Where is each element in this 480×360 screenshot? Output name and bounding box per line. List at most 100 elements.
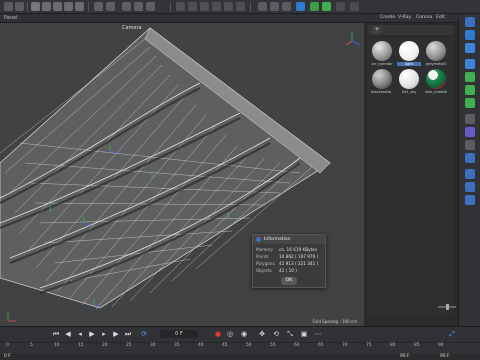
workplane-icon[interactable] <box>465 127 475 137</box>
range-end-b[interactable]: 90 F <box>440 354 450 359</box>
right-panel: Create V-Ray Corona Edit + arr_cylinder … <box>364 14 480 326</box>
tick-label: 25 <box>126 343 132 348</box>
menu-vray[interactable]: V-Ray <box>398 15 411 20</box>
axis-x-icon[interactable] <box>75 2 84 11</box>
preview-size-slider[interactable] <box>438 304 456 310</box>
object-mode-icon[interactable] <box>465 30 475 40</box>
material-menubar: Create V-Ray Corona Edit <box>364 14 458 23</box>
render-settings-icon[interactable] <box>176 2 185 11</box>
next-key-icon[interactable]: ▶ <box>112 330 120 338</box>
render-camera-icon[interactable] <box>465 182 475 192</box>
param-key-icon[interactable]: ▣ <box>300 330 308 338</box>
loop-icon[interactable]: ⟳ <box>140 330 148 338</box>
dialog-title-bar[interactable]: Information <box>253 235 325 244</box>
material-item[interactable]: blackmetal_ <box>370 68 394 94</box>
polygon-mode-icon[interactable] <box>465 85 475 95</box>
material-item[interactable]: light <box>397 40 421 66</box>
main-toolbar <box>0 0 480 14</box>
text-tool-icon[interactable] <box>465 59 475 69</box>
axis-z-icon[interactable] <box>106 2 115 11</box>
previous-frame-icon[interactable]: ◂ <box>76 330 84 338</box>
spline-pen-icon[interactable] <box>200 2 209 11</box>
toolbar-divider <box>250 2 251 12</box>
floor-icon[interactable] <box>258 2 267 11</box>
frame-range-bar[interactable]: 0 F 90 F 90 F <box>0 354 480 360</box>
light-icon[interactable] <box>296 2 305 11</box>
material-item[interactable]: greymetal3 <box>424 40 448 66</box>
globe-icon[interactable] <box>465 169 475 179</box>
array-icon[interactable] <box>224 2 233 11</box>
move-icon[interactable] <box>42 2 51 11</box>
material-item[interactable]: side_marble <box>424 68 448 94</box>
toolbar-divider <box>170 2 171 12</box>
add-material-icon[interactable]: + <box>372 26 382 34</box>
position-key-icon[interactable]: ✥ <box>258 330 266 338</box>
point-mode-icon[interactable] <box>465 43 475 53</box>
material-preview <box>372 69 392 89</box>
rotation-key-icon[interactable]: ⟲ <box>272 330 280 338</box>
frame-ruler[interactable]: 0 5 10 15 20 25 30 35 40 45 50 55 60 65 … <box>0 342 480 352</box>
cube-icon[interactable] <box>188 2 197 11</box>
next-frame-icon[interactable]: ▸ <box>100 330 108 338</box>
undo-icon[interactable] <box>4 2 13 11</box>
locked-workplane-icon[interactable] <box>465 140 475 150</box>
mograph-icon[interactable] <box>322 2 331 11</box>
sculpt-icon[interactable] <box>465 153 475 163</box>
record-icon[interactable]: ● <box>214 330 222 338</box>
tick-label: 55 <box>270 343 276 348</box>
menu-edit[interactable]: Edit <box>436 15 445 20</box>
axis-y-icon[interactable] <box>94 2 103 11</box>
play-icon[interactable]: ▶ <box>88 330 96 338</box>
autokey-icon[interactable]: ◎ <box>226 330 234 338</box>
tick-label: 35 <box>174 343 180 348</box>
redo-icon[interactable] <box>15 2 24 11</box>
camera-icon[interactable] <box>282 2 291 11</box>
pla-key-icon[interactable]: ⋯ <box>314 330 322 338</box>
render-view-icon[interactable] <box>146 2 155 11</box>
toolbar-divider <box>88 2 89 12</box>
scale-key-icon[interactable]: ⤡ <box>286 330 294 338</box>
material-item[interactable]: arr_cylinder <box>370 40 394 66</box>
info-key: Memory <box>256 247 274 252</box>
material-item[interactable]: Int1_sky <box>397 68 421 94</box>
camera-label[interactable]: Camera <box>122 25 142 31</box>
go-to-start-icon[interactable]: ⏮ <box>52 330 60 338</box>
material-label: Int1_sky <box>401 90 417 94</box>
timeline-icon[interactable]: ⤢ <box>448 330 456 338</box>
rotate-icon[interactable] <box>64 2 73 11</box>
sky-icon[interactable] <box>270 2 279 11</box>
scene-icon[interactable] <box>336 2 345 11</box>
ok-button[interactable]: OK <box>281 277 297 285</box>
go-to-end-icon[interactable]: ⏭ <box>124 330 132 338</box>
render-region-icon[interactable] <box>134 2 143 11</box>
cinema4d-logo-icon <box>256 237 261 242</box>
range-start[interactable]: 0 F <box>4 354 11 359</box>
settings-icon[interactable] <box>350 2 359 11</box>
nurbs-icon[interactable] <box>212 2 221 11</box>
selection-icon[interactable] <box>31 2 40 11</box>
tick-label: 75 <box>366 343 372 348</box>
material-preview <box>399 41 419 61</box>
info-key: Objects <box>256 268 272 273</box>
layers-icon[interactable] <box>465 195 475 205</box>
material-label: side_marble <box>425 90 447 94</box>
menu-panel[interactable]: Panel <box>4 15 18 21</box>
snap-icon[interactable] <box>465 114 475 124</box>
grid-spacing-readout: Grid Spacing : 100 cm <box>312 319 357 324</box>
menu-create[interactable]: Create <box>380 15 395 20</box>
edge-mode-icon[interactable] <box>465 72 475 82</box>
menu-corona[interactable]: Corona <box>416 15 432 20</box>
info-row-polygons: Polygons 45 913 ( 221 341 ) <box>253 261 325 268</box>
previous-key-icon[interactable]: ◀ <box>64 330 72 338</box>
uv-mode-icon[interactable] <box>465 98 475 108</box>
cloner-icon[interactable] <box>310 2 319 11</box>
scale-icon[interactable] <box>53 2 62 11</box>
model-mode-icon[interactable] <box>465 17 475 27</box>
material-label: light <box>397 62 421 66</box>
coordinate-system-icon[interactable] <box>122 2 131 11</box>
keyframe-selection-icon[interactable]: ◉ <box>240 330 248 338</box>
deformer-icon[interactable] <box>236 2 245 11</box>
current-frame-field[interactable]: 0 F <box>160 330 198 338</box>
info-key: Polygons <box>256 261 275 266</box>
range-end-a[interactable]: 90 F <box>400 354 410 359</box>
